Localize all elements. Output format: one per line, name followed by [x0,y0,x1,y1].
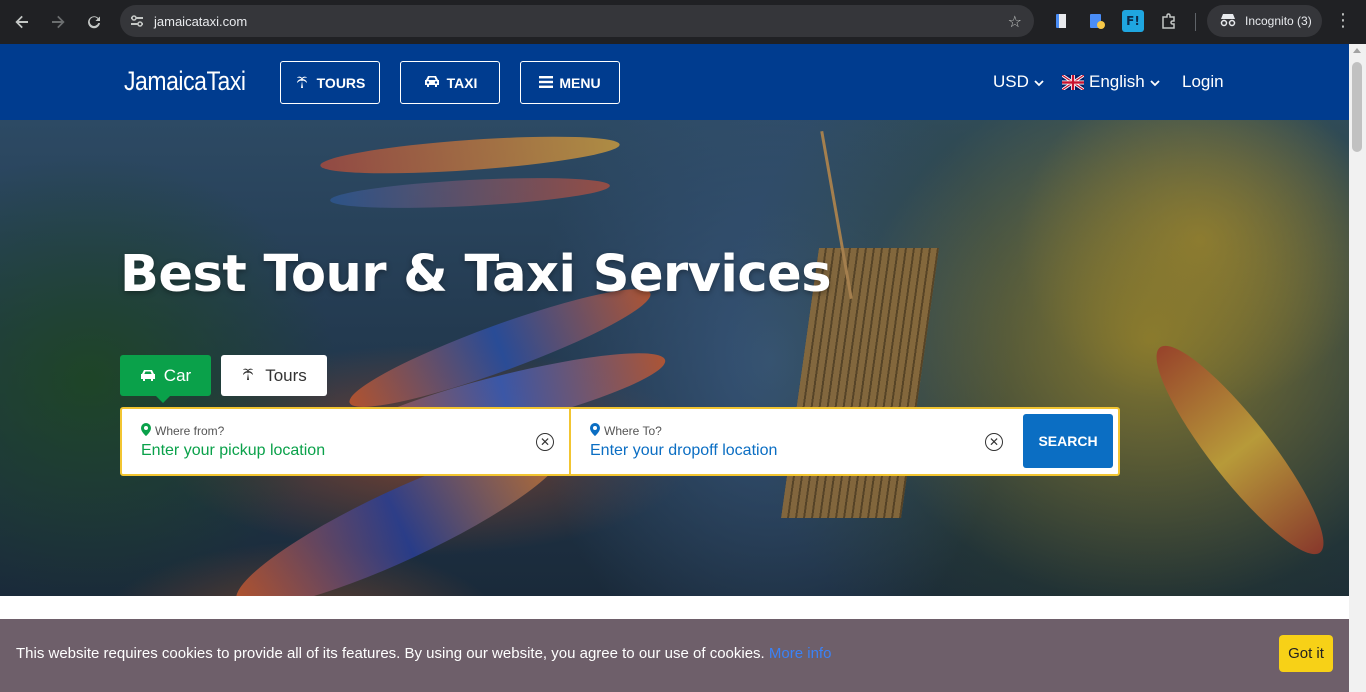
bookmark-star-icon[interactable]: ☆ [1008,12,1022,31]
chevron-down-icon [1034,72,1044,92]
site-logo[interactable]: JamaicaTaxi [124,66,246,97]
currency-selector[interactable]: USD [993,72,1044,92]
palm-tree-icon [241,365,257,386]
boat-shape [1136,329,1344,571]
extension-icon[interactable] [1086,10,1108,32]
page-scrollbar[interactable] [1349,44,1366,692]
pickup-input[interactable] [141,442,521,460]
menu-button[interactable]: MENU [520,61,620,104]
search-button[interactable]: SEARCH [1023,414,1113,468]
menu-button-label: MENU [559,74,601,91]
language-label: English [1089,72,1145,91]
reload-icon[interactable] [76,4,112,40]
back-arrow-icon[interactable] [4,4,40,40]
cookie-text: This website requires cookies to provide… [16,645,765,662]
forward-arrow-icon[interactable] [40,4,76,40]
active-tab-pointer [156,396,170,403]
tours-button[interactable]: TOURS [280,61,380,104]
dropoff-input[interactable] [590,442,970,460]
incognito-label: Incognito (3) [1245,14,1312,28]
pickup-field[interactable]: Where from? ✕ [122,409,569,474]
tab-tours[interactable]: Tours [221,355,327,396]
location-pin-icon [141,423,151,439]
cookie-message: This website requires cookies to provide… [16,645,831,662]
taxi-button[interactable]: TAXI [400,61,500,104]
pickup-label-row: Where from? [141,423,224,439]
currency-label: USD [993,72,1029,91]
language-selector[interactable]: English [1061,72,1160,92]
address-bar[interactable]: jamaicataxi.com ☆ [120,5,1034,37]
extension-icon[interactable]: F! [1122,10,1144,32]
uk-flag-icon [1061,73,1085,91]
boat-shape [329,172,611,214]
site-settings-icon[interactable] [120,13,154,29]
search-form: Where from? ✕ Where To? ✕ SEARCH [120,407,1120,476]
puzzle-icon[interactable] [1158,10,1180,32]
clear-dropoff-icon[interactable]: ✕ [985,433,1003,451]
tab-car[interactable]: Car [120,355,211,396]
taxi-button-label: TAXI [446,74,478,91]
scroll-up-arrow-icon[interactable] [1353,48,1361,53]
hero-section: Best Tour & Taxi Services Car Tours Wher… [0,120,1349,596]
login-link[interactable]: Login [1182,72,1224,92]
browser-toolbar: jamaicataxi.com ☆ F! Incognito (3) ⋮ [0,0,1366,44]
extension-icon[interactable] [1050,10,1072,32]
got-it-button[interactable]: Got it [1279,635,1333,672]
url-text[interactable]: jamaicataxi.com [154,14,247,29]
tours-button-label: TOURS [316,74,366,91]
tab-tours-label: Tours [265,365,307,385]
cookie-consent-bar: This website requires cookies to provide… [0,619,1349,692]
hero-title: Best Tour & Taxi Services [120,245,832,304]
dropoff-field[interactable]: Where To? ✕ [571,409,1021,474]
palm-tree-icon [295,73,311,92]
kebab-menu-icon[interactable]: ⋮ [1334,10,1352,31]
more-info-link[interactable]: More info [769,645,832,662]
clear-pickup-icon[interactable]: ✕ [536,433,554,451]
dropoff-label: Where To? [604,424,662,438]
site-header: JamaicaTaxi TOURS TAXI MENU USD English … [0,44,1349,120]
incognito-icon [1219,13,1237,30]
pickup-label: Where from? [155,424,225,438]
tab-car-label: Car [163,365,192,385]
chevron-down-icon [1150,72,1160,92]
dropoff-label-row: Where To? [590,423,662,439]
toolbar-divider [1195,13,1196,31]
location-pin-icon [590,423,600,439]
scrollbar-thumb[interactable] [1352,62,1362,152]
taxi-car-icon [423,74,441,91]
incognito-indicator[interactable]: Incognito (3) [1207,5,1322,37]
hamburger-icon [539,75,554,91]
car-icon [140,366,156,386]
boat-shape [319,129,621,181]
